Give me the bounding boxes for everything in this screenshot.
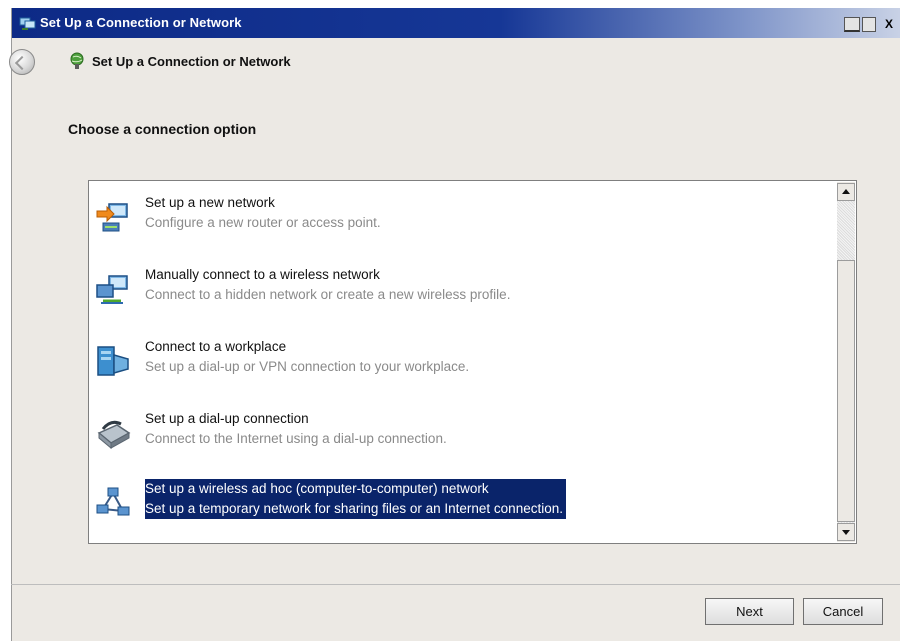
option-description: Connect to a hidden network or create a … — [145, 287, 511, 302]
option-description: Set up a temporary network for sharing f… — [145, 501, 563, 516]
scroll-down-button[interactable] — [837, 523, 855, 541]
option-new-network[interactable]: Set up a new network Configure a new rou… — [91, 193, 836, 247]
page-title: Set Up a Connection or Network — [92, 54, 291, 69]
option-manual-wireless[interactable]: Manually connect to a wireless network C… — [91, 265, 836, 319]
network-wizard-icon — [96, 203, 128, 232]
network-globe-icon — [70, 52, 84, 69]
footer-divider — [11, 584, 900, 585]
back-button[interactable] — [9, 49, 35, 75]
cancel-button[interactable]: Cancel — [803, 598, 883, 625]
close-button[interactable]: X — [878, 17, 900, 32]
option-text: Set up a dial-up connection Connect to t… — [145, 409, 447, 449]
title-bar[interactable]: Set Up a Connection or Network X — [12, 8, 900, 38]
option-title: Set up a dial-up connection — [145, 411, 309, 426]
network-setup-icon — [19, 17, 36, 30]
option-description: Connect to the Internet using a dial-up … — [145, 431, 447, 446]
option-text: Connect to a workplace Set up a dial-up … — [145, 337, 469, 377]
option-title: Set up a wireless ad hoc (computer-to-co… — [145, 481, 489, 496]
option-text: Set up a wireless ad hoc (computer-to-co… — [145, 479, 566, 519]
maximize-button[interactable] — [862, 17, 876, 32]
connection-options-list[interactable]: Set up a new network Configure a new rou… — [88, 180, 857, 544]
dialup-modem-icon — [97, 420, 131, 450]
scroll-up-button[interactable] — [837, 183, 855, 201]
option-title: Set up a new network — [145, 195, 275, 210]
scroll-thumb[interactable] — [837, 260, 855, 522]
adhoc-network-icon — [96, 487, 130, 516]
option-adhoc-network[interactable]: Set up a wireless ad hoc (computer-to-co… — [91, 479, 836, 533]
next-button[interactable]: Next — [705, 598, 794, 625]
option-title: Manually connect to a wireless network — [145, 267, 380, 282]
option-description: Set up a dial-up or VPN connection to yo… — [145, 359, 470, 374]
option-description: Configure a new router or access point. — [145, 215, 381, 230]
workplace-icon — [97, 346, 129, 376]
vertical-scrollbar[interactable] — [837, 182, 855, 542]
option-title: Connect to a workplace — [145, 339, 287, 354]
option-text: Set up a new network Configure a new rou… — [145, 193, 381, 233]
option-text: Manually connect to a wireless network C… — [145, 265, 510, 305]
option-workplace[interactable]: Connect to a workplace Set up a dial-up … — [91, 337, 836, 391]
wireless-network-icon — [96, 275, 128, 304]
section-heading: Choose a connection option — [68, 121, 257, 137]
window-title: Set Up a Connection or Network — [40, 15, 242, 30]
option-dialup[interactable]: Set up a dial-up connection Connect to t… — [91, 409, 836, 463]
minimize-button[interactable] — [844, 17, 860, 32]
